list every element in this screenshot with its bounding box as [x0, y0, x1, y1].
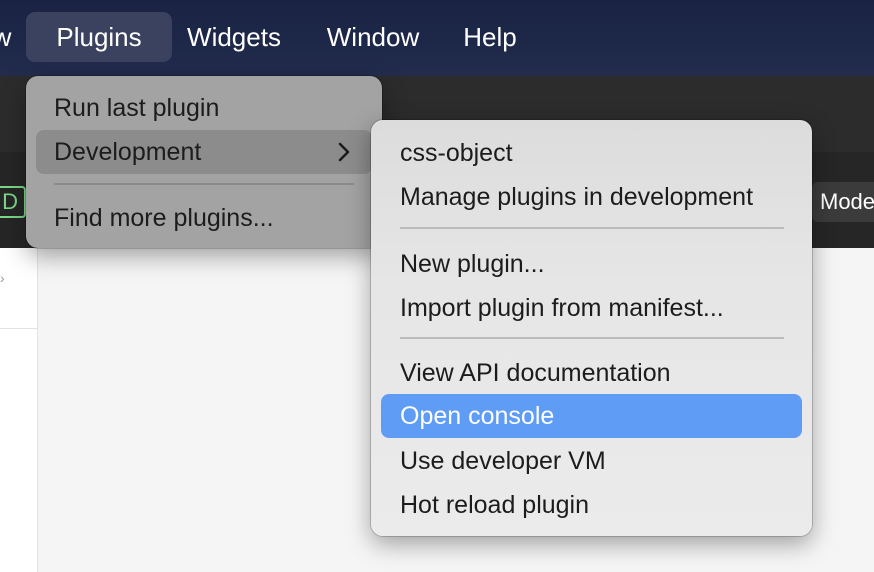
chevron-right-icon [338, 142, 350, 162]
chevron-right-icon[interactable]: › [0, 271, 6, 285]
toolbar-status-label[interactable]: k D [0, 186, 26, 218]
menubar-item-widgets[interactable]: Widgets [172, 12, 296, 62]
development-submenu: css-object Manage plugins in development… [371, 120, 812, 536]
menu-item-run-last-plugin[interactable]: Run last plugin [36, 86, 372, 130]
menu-separator [400, 227, 784, 229]
mode-button[interactable]: Mode [812, 182, 874, 222]
menu-separator [54, 183, 354, 185]
menubar-item-plugins[interactable]: Plugins [26, 12, 172, 62]
menu-item-new-plugin[interactable]: New plugin... [381, 242, 802, 286]
menu-item-development-label: Development [54, 137, 202, 166]
menu-item-development[interactable]: Development [36, 130, 372, 174]
menu-item-css-object[interactable]: css-object [381, 131, 802, 175]
menubar-item-view[interactable]: w [0, 12, 16, 62]
left-panel [0, 248, 38, 572]
menu-item-view-api-documentation[interactable]: View API documentation [381, 351, 802, 395]
plugins-menu: Run last plugin Development Find more pl… [26, 76, 382, 248]
menu-separator [400, 337, 784, 339]
menubar-item-help[interactable]: Help [448, 12, 532, 62]
menu-item-find-more-plugins[interactable]: Find more plugins... [36, 196, 372, 240]
menubar-item-window[interactable]: Window [310, 12, 436, 62]
menu-item-hot-reload-plugin[interactable]: Hot reload plugin [381, 483, 802, 527]
menu-item-use-developer-vm[interactable]: Use developer VM [381, 439, 802, 483]
menubar: w Plugins Widgets Window Help [0, 0, 874, 76]
left-panel-divider [0, 328, 38, 329]
menu-item-manage-plugins[interactable]: Manage plugins in development [381, 175, 802, 219]
menu-item-import-plugin-from-manifest[interactable]: Import plugin from manifest... [381, 286, 802, 330]
menu-item-open-console[interactable]: Open console [381, 394, 802, 438]
